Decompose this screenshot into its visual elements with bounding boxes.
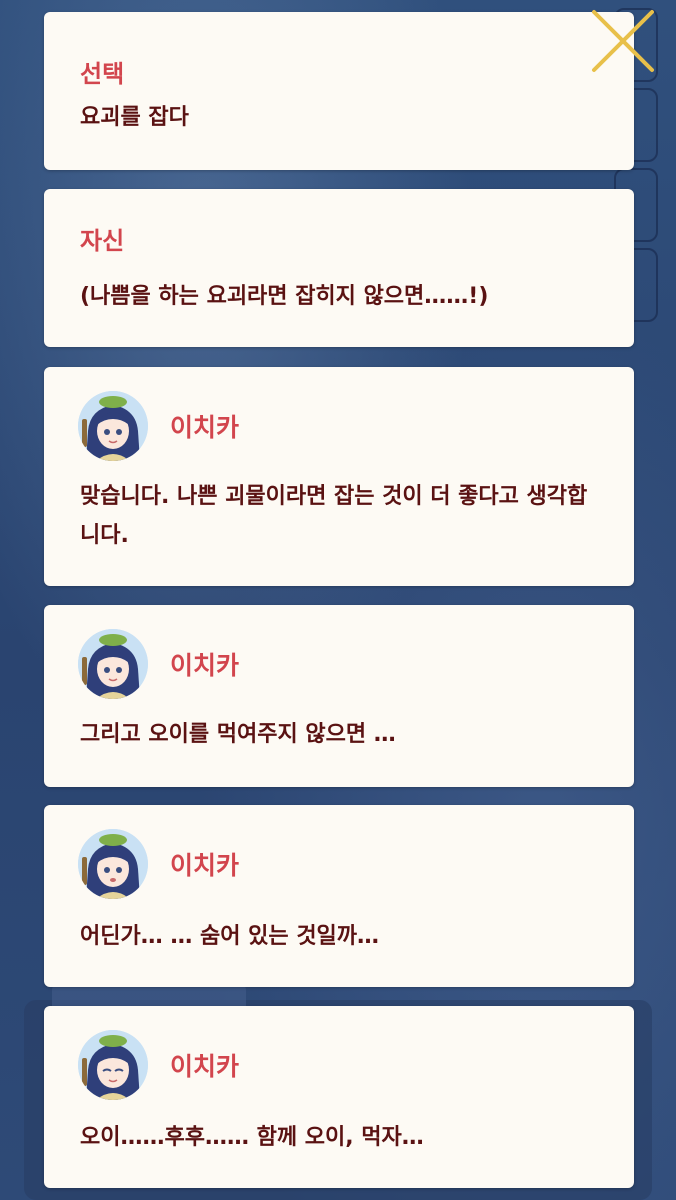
dialogue-card: 이치카 맞습니다. 나쁜 괴물이라면 잡는 것이 더 좋다고 생각합니다. <box>44 367 634 586</box>
dialogue-card: 이치카 어딘가… … 숨어 있는 것일까… <box>44 805 634 987</box>
speaker-name: 이치카 <box>170 413 240 442</box>
self-card: 자신 (나쁨을 하는 요괴라면 잡히지 않으면……!) <box>44 189 634 347</box>
card-title: 자신 <box>80 227 125 255</box>
speaker-name: 이치카 <box>170 1052 240 1081</box>
card-text: 어딘가… … 숨어 있는 것일까… <box>80 924 380 949</box>
card-text: 맞습니다. 나쁜 괴물이라면 잡는 것이 더 좋다고 생각합니다. <box>80 484 588 548</box>
ichika-avatar <box>78 829 148 899</box>
card-text: 그리고 오이를 먹여주지 않으면 … <box>80 722 396 747</box>
close-icon <box>592 10 654 72</box>
card-title: 선택 <box>80 60 125 88</box>
close-button[interactable] <box>588 6 658 76</box>
ichika-avatar <box>78 391 148 461</box>
dialogue-card: 이치카 그리고 오이를 먹여주지 않으면 … <box>44 605 634 787</box>
card-text: (나쁨을 하는 요괴라면 잡히지 않으면……!) <box>80 284 489 309</box>
choice-card: 선택 요괴를 잡다 <box>44 12 634 170</box>
ichika-avatar <box>78 1030 148 1100</box>
speaker-name: 이치카 <box>170 851 240 880</box>
speaker-name: 이치카 <box>170 651 240 680</box>
card-text: 요괴를 잡다 <box>80 105 189 130</box>
card-text: 오이……후후…… 함께 오이, 먹자… <box>80 1125 424 1150</box>
dialogue-card: 이치카 오이……후후…… 함께 오이, 먹자… <box>44 1006 634 1188</box>
ichika-avatar <box>78 629 148 699</box>
